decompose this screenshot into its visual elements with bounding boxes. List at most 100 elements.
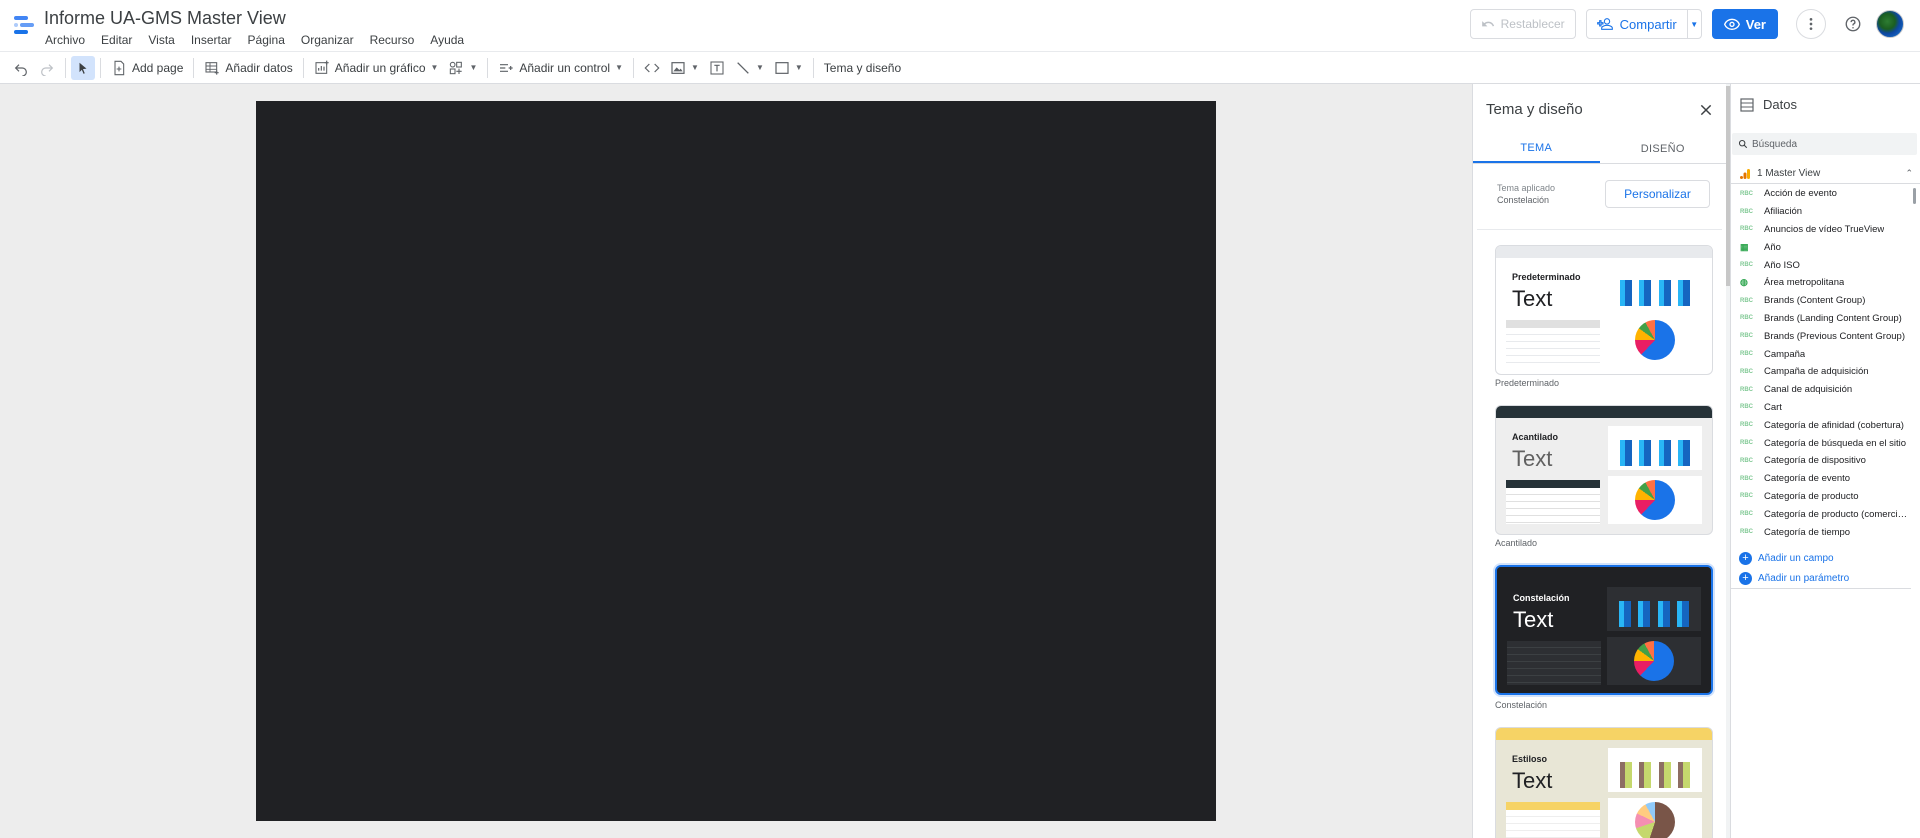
list-item[interactable]: RBC Categoría de producto (comercio elect…: [1731, 505, 1911, 523]
community-viz-button[interactable]: ▼: [443, 56, 482, 80]
add-chart-label: Añadir un gráfico: [334, 60, 426, 75]
image-button[interactable]: ▼: [665, 56, 704, 80]
list-item[interactable]: RBC Categoría de evento: [1731, 470, 1911, 488]
list-item[interactable]: RBC Anuncios de vídeo TrueView: [1731, 221, 1911, 239]
report-page[interactable]: [256, 101, 1216, 821]
toolbar-divider: [487, 57, 489, 78]
list-item[interactable]: RBC Año ISO: [1731, 256, 1911, 274]
collapse-icon[interactable]: ⌃: [1905, 168, 1913, 179]
list-item[interactable]: RBC Categoría de producto: [1731, 488, 1911, 506]
text-type-icon: RBC: [1740, 226, 1753, 233]
share-dropdown[interactable]: ▼: [1686, 10, 1701, 38]
theme-card-table-preview: [1507, 641, 1601, 685]
looker-studio-logo[interactable]: [12, 13, 36, 37]
theme-card-sample-text: Text: [1512, 446, 1553, 471]
tab-layout[interactable]: DISEÑO: [1600, 134, 1727, 163]
theme-card-bar-preview: [1608, 748, 1702, 792]
data-source-row[interactable]: 1 Master View ⌃: [1731, 164, 1920, 184]
field-label: Año: [1764, 241, 1781, 253]
theme-card-pie-preview: [1607, 637, 1701, 685]
redo-icon: [41, 63, 54, 76]
add-page-label: Add page: [132, 60, 184, 75]
theme-card-sample-text: Text: [1512, 286, 1553, 311]
list-item[interactable]: RBC Brands (Landing Content Group): [1731, 310, 1911, 328]
more-options-button[interactable]: [1796, 9, 1826, 39]
list-item[interactable]: RBC Brands (Previous Content Group): [1731, 327, 1911, 345]
list-item[interactable]: RBC Brands (Content Group): [1731, 292, 1911, 310]
theme-card-header-band: [1496, 406, 1712, 418]
view-label: Ver: [1745, 16, 1766, 32]
redo-button[interactable]: [34, 56, 60, 80]
list-item[interactable]: RBC Afiliación: [1731, 203, 1911, 221]
account-avatar[interactable]: [1876, 10, 1904, 38]
close-icon[interactable]: [1698, 102, 1714, 118]
undo-reset-icon: [1481, 21, 1494, 27]
list-item[interactable]: RBC Campaña de adquisición: [1731, 363, 1911, 381]
undo-button[interactable]: [8, 56, 34, 80]
menu-editar[interactable]: Editar: [101, 33, 132, 47]
list-item[interactable]: RBC Canal de adquisición: [1731, 381, 1911, 399]
share-button-group: Compartir ▼: [1585, 9, 1702, 39]
field-list: RBC Acción de evento RBC Afiliación RBC Anu…: [1731, 185, 1911, 541]
add-chart-button[interactable]: Añadir un gráfico ▼: [309, 56, 444, 80]
embed-url-button[interactable]: [639, 56, 665, 80]
field-list-scrollbar[interactable]: [1913, 188, 1916, 204]
text-type-icon: RBC: [1740, 368, 1753, 375]
list-item[interactable]: RBC Campaña: [1731, 345, 1911, 363]
chevron-down-icon: ▼: [430, 63, 439, 72]
editor-toolbar: Add page Añadir datos Añadir un gráfico …: [0, 51, 1920, 84]
tab-theme[interactable]: TEMA: [1473, 134, 1600, 163]
add-page-icon: [114, 60, 125, 75]
data-table-icon: [1740, 98, 1754, 112]
theme-card-pie-preview: [1608, 798, 1702, 838]
theme-card-default[interactable]: Predeterminado Text: [1495, 245, 1713, 375]
field-label: Categoría de afinidad (cobertura): [1764, 419, 1904, 431]
search-icon: [1738, 139, 1748, 149]
reset-label: Restablecer: [1500, 17, 1565, 31]
theme-layout-button[interactable]: Tema y diseño: [819, 56, 906, 80]
help-button[interactable]: [1838, 9, 1868, 39]
shape-button[interactable]: ▼: [769, 56, 808, 80]
menu-pagina[interactable]: Página: [248, 33, 285, 47]
text-box-icon: [710, 60, 724, 75]
line-button[interactable]: ▼: [730, 56, 769, 80]
theme-card-constelacion[interactable]: Constelación Text: [1495, 565, 1713, 695]
add-field-button[interactable]: + Añadir un campo: [1739, 548, 1834, 568]
list-item[interactable]: RBC Acción de evento: [1731, 185, 1911, 203]
report-canvas[interactable]: [0, 84, 1472, 838]
add-control-button[interactable]: Añadir un control ▼: [493, 56, 628, 80]
field-label: Categoría de producto (comercio electrón…: [1764, 508, 1911, 520]
list-item[interactable]: RBC Categoría de búsqueda en el sitio: [1731, 434, 1911, 452]
share-button[interactable]: Compartir: [1587, 10, 1687, 38]
add-data-button[interactable]: Añadir datos: [199, 56, 297, 80]
add-chart-icon: [315, 60, 329, 74]
theme-card-estiloso[interactable]: Estiloso Text: [1495, 727, 1713, 838]
list-item[interactable]: ▦ Año: [1731, 238, 1911, 256]
list-item[interactable]: RBC Categoría de tiempo: [1731, 523, 1911, 541]
text-button[interactable]: [704, 56, 730, 80]
theme-card-acantilado[interactable]: Acantilado Text: [1495, 405, 1713, 535]
theme-card-name: Estiloso: [1512, 754, 1548, 764]
theme-card-bar-preview: [1607, 587, 1701, 631]
select-tool[interactable]: [71, 55, 95, 80]
list-item[interactable]: RBC Categoría de afinidad (cobertura): [1731, 416, 1911, 434]
menu-vista[interactable]: Vista: [148, 33, 174, 47]
menu-insertar[interactable]: Insertar: [191, 33, 232, 47]
reset-button[interactable]: Restablecer: [1469, 9, 1576, 39]
community-visualization-icon: [450, 61, 463, 74]
list-item[interactable]: RBC Categoría de dispositivo: [1731, 452, 1911, 470]
list-item[interactable]: RBC Cart: [1731, 399, 1911, 417]
data-panel: Datos Búsqueda 1 Master View ⌃ RBC Acción…: [1730, 84, 1920, 838]
customize-button[interactable]: Personalizar: [1605, 180, 1710, 208]
menu-archivo[interactable]: Archivo: [45, 33, 85, 47]
field-search-input[interactable]: Búsqueda: [1732, 133, 1917, 155]
theme-panel-tabs: TEMA DISEÑO: [1473, 134, 1726, 164]
menu-recurso[interactable]: Recurso: [370, 33, 415, 47]
menu-organizar[interactable]: Organizar: [301, 33, 354, 47]
add-parameter-button[interactable]: + Añadir un parámetro: [1739, 568, 1849, 588]
view-button[interactable]: Ver: [1711, 9, 1778, 39]
list-item[interactable]: ◍ Área metropolitana: [1731, 274, 1911, 292]
report-title[interactable]: Informe UA-GMS Master View: [44, 8, 286, 29]
menu-ayuda[interactable]: Ayuda: [430, 33, 464, 47]
add-page-button[interactable]: Add page: [106, 56, 188, 80]
